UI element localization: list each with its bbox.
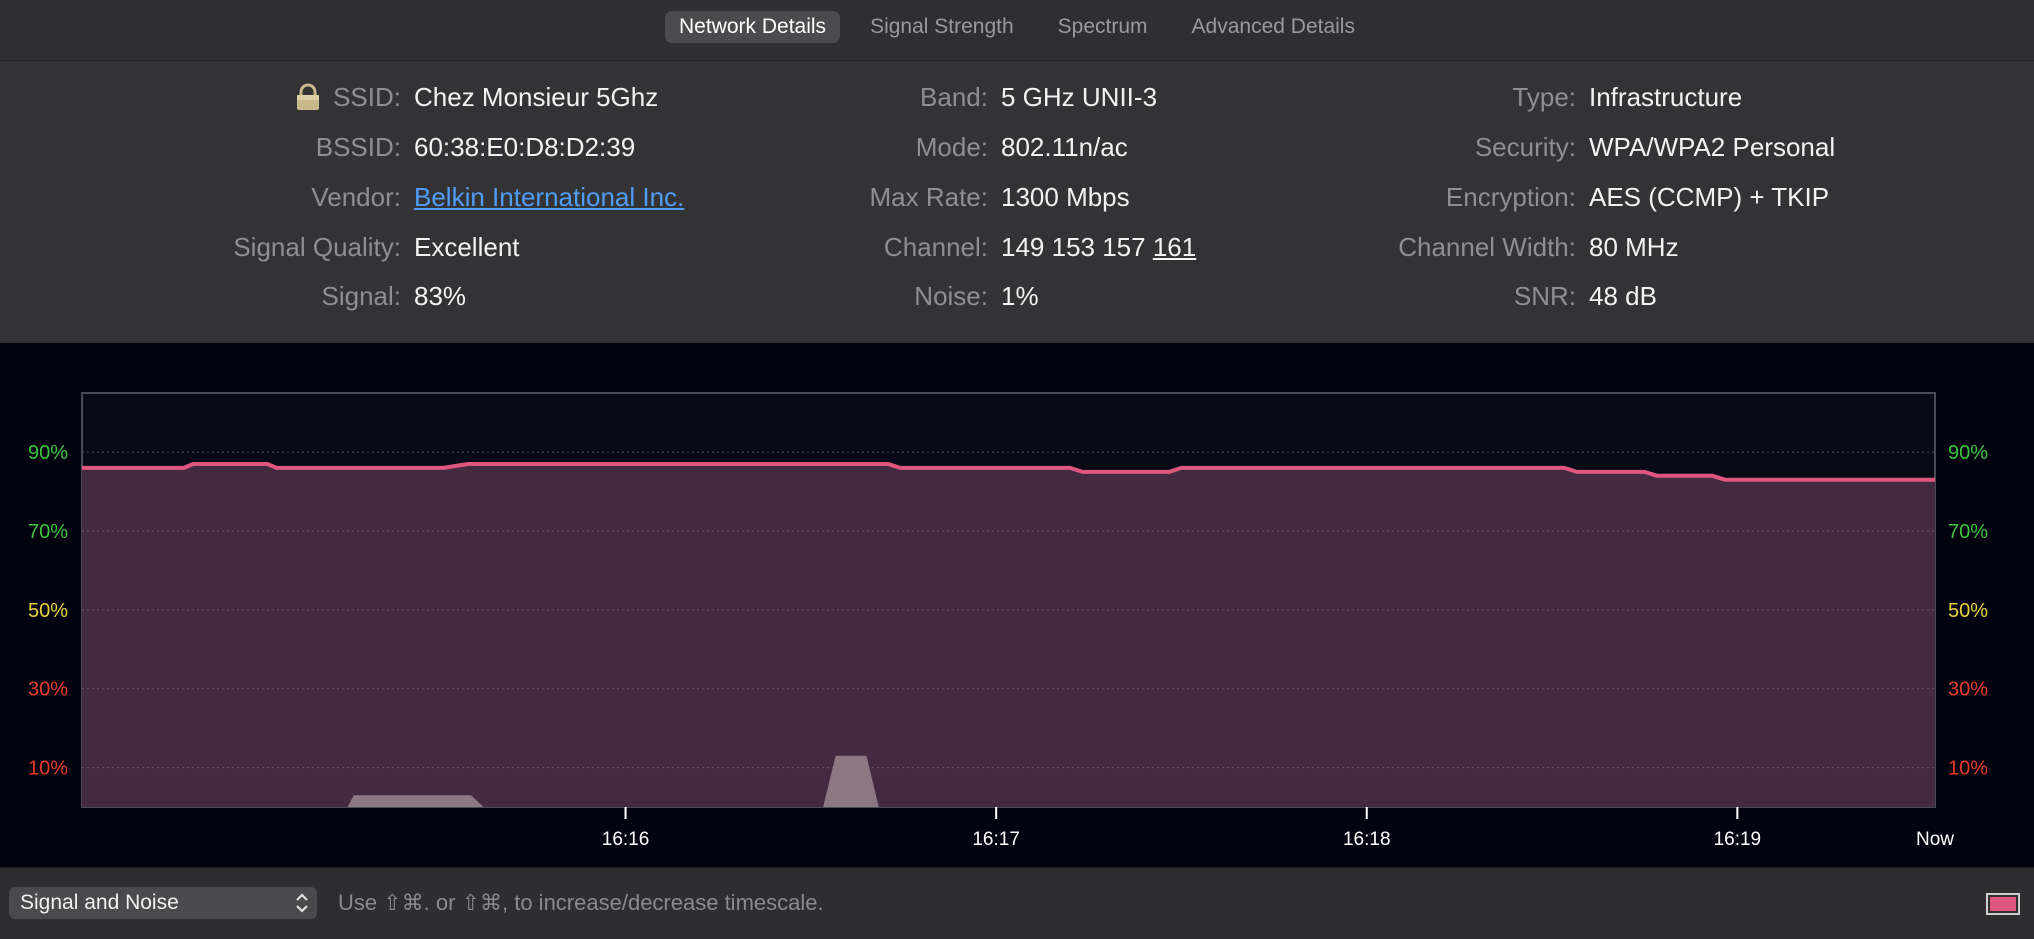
x-tick-label: Now — [1916, 829, 1954, 850]
y-tick-label-left: 10% — [28, 758, 68, 780]
security-value: WPA/WPA2 Personal — [1589, 132, 1836, 162]
snr-value: 48 dB — [1589, 281, 1657, 311]
y-tick-label-right: 30% — [1948, 679, 1988, 701]
security-row: Security: WPA/WPA2 Personal — [0, 127, 2034, 167]
x-tick-label: 16:16 — [602, 829, 650, 850]
tab-bar: Network Details Signal Strength Spectrum… — [0, 0, 2034, 61]
encryption-row: Encryption: AES (CCMP) + TKIP — [0, 177, 2034, 217]
type-label: Type: — [1512, 82, 1576, 112]
channel-width-row: Channel Width: 80 MHz — [0, 227, 2034, 267]
tab-signal-strength[interactable]: Signal Strength — [856, 11, 1028, 43]
signal-area — [82, 464, 1935, 807]
x-tick-label: 16:19 — [1714, 829, 1762, 850]
color-swatch-fill — [1990, 897, 2016, 911]
timescale-hint: Use ⇧⌘. or ⇧⌘, to increase/decrease time… — [338, 890, 824, 915]
tab-network-details[interactable]: Network Details — [665, 11, 841, 43]
y-tick-label-left: 30% — [28, 679, 68, 701]
type-row: Type: Infrastructure — [0, 77, 2034, 117]
y-tick-label-right: 70% — [1948, 521, 1988, 543]
y-tick-label-right: 50% — [1948, 600, 1988, 622]
security-label: Security: — [1474, 132, 1576, 162]
snr-label: SNR: — [1513, 281, 1576, 311]
y-tick-label-left: 70% — [28, 521, 68, 543]
snr-row: SNR: 48 dB — [0, 276, 2034, 316]
channel-width-value: 80 MHz — [1589, 232, 1679, 262]
signal-noise-graph: 90% 90% 70% 70% 50% 50% 30% 30% 10% 10% 16:16 16:17… — [0, 343, 2034, 867]
chevron-up-down-icon — [296, 893, 308, 913]
footer-bar: Signal and Noise Use ⇧⌘. or ⇧⌘, to incre… — [0, 867, 2034, 939]
y-tick-label-right: 10% — [1948, 758, 1988, 780]
signal-noise-chart: 90% 90% 70% 70% 50% 50% 30% 30% 10% 10% 16:16 16:17… — [28, 392, 1988, 850]
graph-mode-value: Signal and Noise — [20, 891, 179, 914]
y-tick-label-left: 50% — [28, 600, 68, 622]
encryption-value: AES (CCMP) + TKIP — [1589, 182, 1830, 212]
channel-width-label: Channel Width: — [1398, 232, 1576, 262]
network-details-panel: SSID: Chez Monsieur 5Ghz BSSID: 60:38:E0… — [0, 61, 2034, 343]
tab-advanced-details[interactable]: Advanced Details — [1178, 11, 1369, 43]
encryption-label: Encryption: — [1445, 182, 1576, 212]
tab-spectrum[interactable]: Spectrum — [1044, 11, 1162, 43]
type-value: Infrastructure — [1589, 82, 1743, 112]
color-swatch[interactable] — [1986, 893, 2020, 915]
y-tick-label-left: 90% — [28, 442, 68, 464]
tab-group: Network Details Signal Strength Spectrum… — [0, 11, 2034, 43]
graph-mode-select[interactable]: Signal and Noise — [9, 887, 317, 919]
x-tick-label: 16:18 — [1343, 829, 1391, 850]
x-tick-label: 16:17 — [972, 829, 1020, 850]
y-tick-label-right: 90% — [1948, 442, 1988, 464]
